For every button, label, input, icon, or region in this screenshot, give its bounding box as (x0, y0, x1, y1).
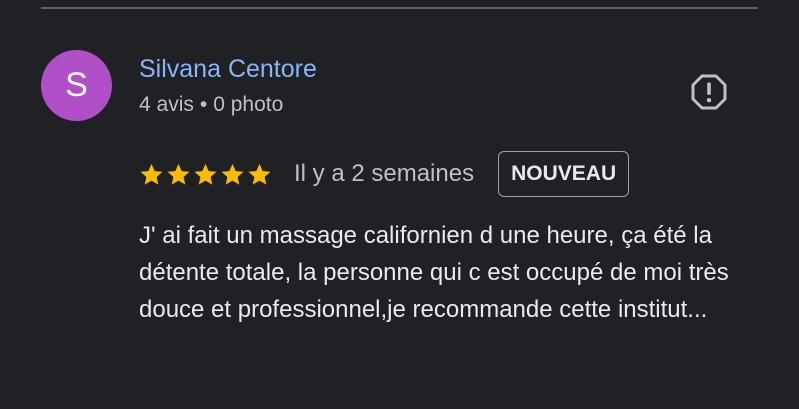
star-icon (140, 163, 163, 185)
photos-count: 0 photo (213, 93, 284, 116)
report-flag-icon[interactable] (689, 72, 729, 112)
reviewer-meta: 4 avis • 0 photo (139, 91, 283, 119)
rating-row: Il y a 2 semaines NOUVEAU (139, 150, 630, 198)
reviews-count: 4 avis (139, 93, 194, 116)
star-icon (167, 163, 190, 185)
divider (41, 7, 758, 9)
review-card: S Silvana Centore 4 avis • 0 photo Il y a … (0, 0, 799, 409)
reviewer-name[interactable]: Silvana Centore (139, 54, 317, 84)
star-rating (139, 162, 272, 187)
new-badge: NOUVEAU (498, 151, 630, 197)
review-text[interactable]: J' ai fait un massage californien d une … (139, 217, 779, 328)
review-date: Il y a 2 semaines (294, 160, 475, 187)
meta-separator: • (199, 93, 208, 116)
star-icon (194, 163, 217, 185)
avatar[interactable]: S (41, 50, 112, 121)
star-icon (248, 163, 271, 185)
star-icon (221, 163, 244, 185)
